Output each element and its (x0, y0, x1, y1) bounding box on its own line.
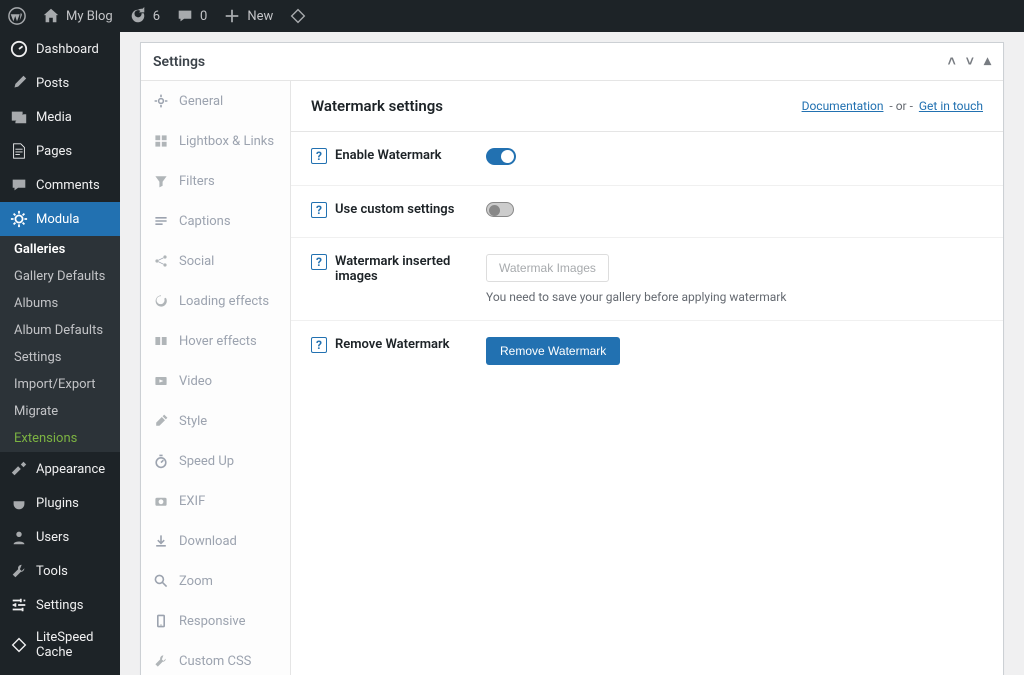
settings-panel: Settings ˄ ˅ ▴ General Lightbox & Links … (140, 42, 1004, 675)
tab-style[interactable]: Style (141, 401, 290, 441)
sidebar-item-posts[interactable]: Posts (0, 66, 120, 100)
sidebar-item-settings[interactable]: Settings (0, 588, 120, 622)
panel-up-icon[interactable]: ˄ (948, 53, 956, 70)
subitem-migrate[interactable]: Migrate (0, 398, 120, 425)
sidebar-item-litespeed[interactable]: LiteSpeed Cache (0, 622, 120, 668)
sidebar-item-plugins[interactable]: Plugins (0, 486, 120, 520)
admin-sidebar: Dashboard Posts Media Pages Comments Mod… (0, 32, 120, 675)
tab-speed[interactable]: Speed Up (141, 441, 290, 481)
tab-hover[interactable]: Hover effects (141, 321, 290, 361)
subitem-extensions[interactable]: Extensions (0, 425, 120, 452)
watermark-images-button[interactable]: Watermak Images (486, 254, 609, 282)
subitem-galleries[interactable]: Galleries (0, 236, 120, 263)
sidebar-item-pages[interactable]: Pages (0, 134, 120, 168)
panel-down-icon[interactable]: ˅ (966, 53, 974, 70)
new-label: New (247, 9, 273, 24)
updates[interactable]: 6 (129, 7, 160, 25)
subitem-settings[interactable]: Settings (0, 344, 120, 371)
tab-zoom[interactable]: Zoom (141, 561, 290, 601)
row-inserted-images: ?Watermark inserted images Watermak Imag… (291, 238, 1003, 321)
panel-title: Settings (153, 54, 205, 70)
settings-tabs: General Lightbox & Links Filters Caption… (141, 81, 291, 675)
panel-collapse-icon[interactable]: ▴ (984, 53, 991, 70)
subitem-gallery-defaults[interactable]: Gallery Defaults (0, 263, 120, 290)
wp-logo[interactable] (8, 7, 26, 25)
tab-exif[interactable]: EXIF (141, 481, 290, 521)
panel-header: Settings ˄ ˅ ▴ (141, 43, 1003, 81)
tab-download[interactable]: Download (141, 521, 290, 561)
subitem-albums[interactable]: Albums (0, 290, 120, 317)
help-icon[interactable]: ? (311, 337, 327, 353)
subitem-import-export[interactable]: Import/Export (0, 371, 120, 398)
row-remove-watermark: ?Remove Watermark Remove Watermark (291, 321, 1003, 381)
sidebar-item-tools[interactable]: Tools (0, 554, 120, 588)
sidebar-item-appearance[interactable]: Appearance (0, 452, 120, 486)
sidebar-item-media[interactable]: Media (0, 100, 120, 134)
custom-settings-toggle[interactable] (486, 202, 514, 217)
help-icon[interactable]: ? (311, 148, 327, 164)
sidebar-item-comments[interactable]: Comments (0, 168, 120, 202)
tab-loading[interactable]: Loading effects (141, 281, 290, 321)
collapse-menu[interactable]: Collapse menu (0, 668, 120, 675)
sidebar-item-dashboard[interactable]: Dashboard (0, 32, 120, 66)
tab-filters[interactable]: Filters (141, 161, 290, 201)
adminbar: My Blog 6 0 New (0, 0, 1024, 32)
site-title: My Blog (66, 9, 113, 24)
row-enable-watermark: ?Enable Watermark (291, 132, 1003, 186)
help-links: Documentation - or - Get in touch (802, 99, 983, 113)
subitem-album-defaults[interactable]: Album Defaults (0, 317, 120, 344)
tab-general[interactable]: General (141, 81, 290, 121)
enable-watermark-toggle[interactable] (486, 148, 516, 165)
help-icon[interactable]: ? (311, 202, 327, 218)
settings-main: Watermark settings Documentation - or - … (291, 81, 1003, 675)
tab-customcss[interactable]: Custom CSS (141, 641, 290, 675)
main-heading: Watermark settings (311, 97, 443, 115)
row-custom-settings: ?Use custom settings (291, 186, 1003, 238)
tab-lightbox[interactable]: Lightbox & Links (141, 121, 290, 161)
new-content[interactable]: New (223, 7, 273, 25)
documentation-link[interactable]: Documentation (802, 99, 884, 113)
litespeed-icon[interactable] (289, 7, 307, 25)
sidebar-item-users[interactable]: Users (0, 520, 120, 554)
contact-link[interactable]: Get in touch (919, 99, 983, 113)
tab-video[interactable]: Video (141, 361, 290, 401)
update-count: 6 (153, 9, 160, 24)
tab-social[interactable]: Social (141, 241, 290, 281)
sidebar-item-modula[interactable]: Modula (0, 202, 120, 236)
modula-submenu: Galleries Gallery Defaults Albums Album … (0, 236, 120, 452)
tab-responsive[interactable]: Responsive (141, 601, 290, 641)
help-icon[interactable]: ? (311, 254, 327, 270)
comment-count: 0 (200, 9, 207, 24)
comments-bubble[interactable]: 0 (176, 7, 207, 25)
inserted-note: You need to save your gallery before app… (486, 290, 983, 304)
remove-watermark-button[interactable]: Remove Watermark (486, 337, 620, 365)
site-menu[interactable]: My Blog (42, 7, 113, 25)
tab-captions[interactable]: Captions (141, 201, 290, 241)
